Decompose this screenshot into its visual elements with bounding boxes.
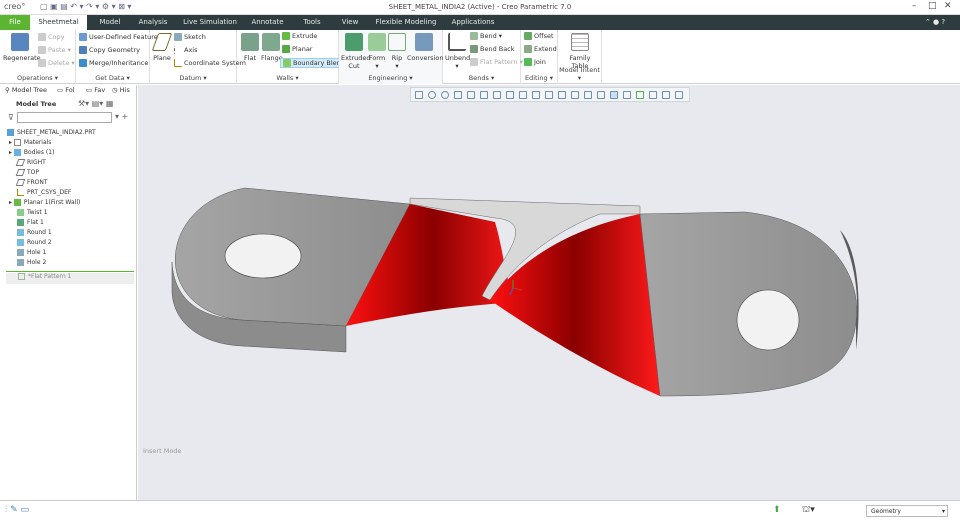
spin-center-icon[interactable] <box>623 91 631 99</box>
status-bar: ⫶ ✎ ▭ ⬆ ⛫▾ Geometry ▾ <box>0 500 960 520</box>
panel-icon[interactable] <box>675 91 683 99</box>
display-style-icon[interactable] <box>493 91 501 99</box>
saved-orientations-icon[interactable] <box>467 91 475 99</box>
repaint-icon[interactable] <box>454 91 462 99</box>
datum-display-icon[interactable] <box>545 91 553 99</box>
regen-status-icon[interactable]: ⬆ <box>773 505 781 515</box>
point-display-icon[interactable] <box>584 91 592 99</box>
axis-display-icon[interactable] <box>571 91 579 99</box>
pause-icon[interactable] <box>662 91 670 99</box>
find-icon[interactable]: ⛫▾ <box>802 505 815 516</box>
perspective-icon[interactable] <box>506 91 514 99</box>
view-toolbar <box>410 87 690 102</box>
view-manager-icon[interactable] <box>480 91 488 99</box>
zoom-out-icon[interactable] <box>441 91 449 99</box>
annotation-display-icon[interactable] <box>610 91 618 99</box>
csys-display-icon[interactable] <box>597 91 605 99</box>
warning-icon[interactable] <box>649 91 657 99</box>
plane-display-icon[interactable] <box>558 91 566 99</box>
right-hole <box>736 289 800 351</box>
section-icon[interactable] <box>519 91 527 99</box>
left-hole <box>224 233 302 279</box>
status-panel-icons[interactable]: ⫶ ✎ ▭ <box>5 505 29 515</box>
simulation-icon[interactable] <box>636 91 644 99</box>
refit-icon[interactable] <box>415 91 423 99</box>
selection-filter-select[interactable]: Geometry ▾ <box>866 505 948 517</box>
sheet-metal-model[interactable] <box>0 0 960 520</box>
insert-mode-text: Insert Mode <box>143 447 182 455</box>
zoom-in-icon[interactable] <box>428 91 436 99</box>
appearance-icon[interactable] <box>532 91 540 99</box>
